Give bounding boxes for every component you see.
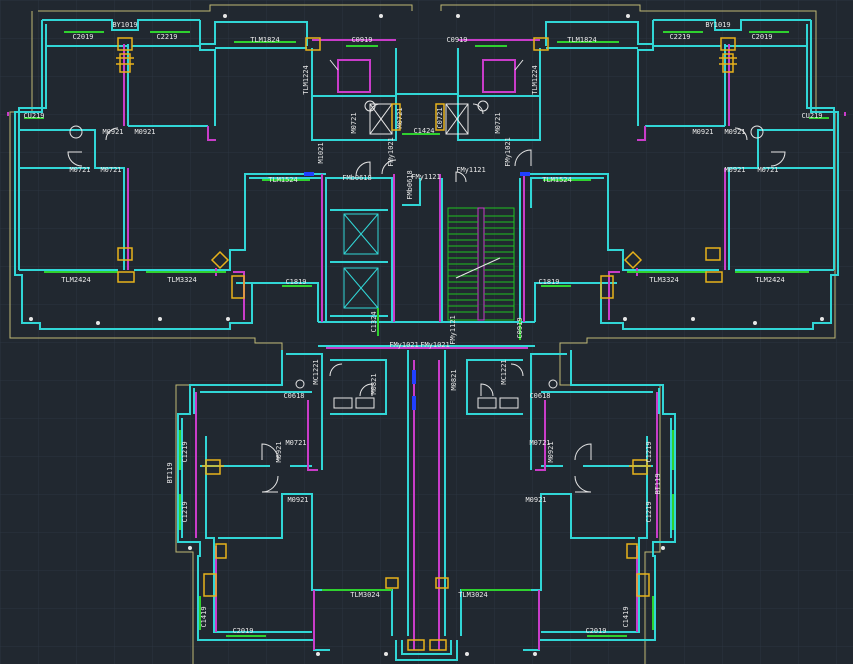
vlabel-m0821-v1: M0821 [370, 373, 378, 394]
label-m0921-f: M0921 [287, 496, 308, 504]
label-m0721-b: M0721 [100, 166, 121, 174]
label-c0618-l: C0618 [283, 392, 304, 400]
label-m0921-g: M0921 [525, 496, 546, 504]
vlabel-c1419-v1: C1419 [200, 606, 208, 627]
vlabel-c1324-v: C1324 [370, 311, 378, 332]
label-c2019-tr: C2019 [751, 33, 772, 41]
label-c2019-br: C2019 [585, 627, 606, 635]
label-m0721-d: M0721 [285, 439, 306, 447]
vlabel-c0721-v: C0721 [436, 107, 444, 128]
label-by1019-r: BY1019 [705, 21, 730, 29]
label-c2019-bl: C2019 [232, 627, 253, 635]
label-tlm2424-l: TLM2424 [61, 276, 91, 284]
label-c1819-r: C1819 [538, 278, 559, 286]
vlabel-c1219-v4: C1219 [645, 501, 653, 522]
vlabel-fmy1121-v: FMy1121 [449, 315, 457, 345]
label-fmy1121-b: FMy1121 [411, 173, 441, 181]
vlabel-c1219-v1: C1219 [181, 441, 189, 462]
label-m0721-a: M0721 [69, 166, 90, 174]
vlabel-tlm1224-l: TLM1224 [302, 65, 310, 95]
vlabel-m0921-v1: M0921 [275, 441, 283, 462]
label-fmy1021-b: FMy1021 [420, 341, 450, 349]
label-c0919-r: C0919 [446, 36, 467, 44]
label-tlm1824-r: TLM1824 [567, 36, 597, 44]
label-fmy1121: FMy1121 [456, 166, 486, 174]
label-tlm1524-l: TLM1524 [268, 176, 298, 184]
vlabel-bt119-v2: BT119 [654, 473, 662, 494]
label-m0921-d: M0921 [724, 128, 745, 136]
label-tlm1824-l: TLM1824 [250, 36, 280, 44]
label-fmy1021-a: FMy1021 [389, 341, 419, 349]
vlabel-m0721-v3: M0721 [494, 112, 502, 133]
vlabel-mc1221-v1: MC1221 [312, 359, 320, 384]
vlabel-fmb0618-v: FMb0618 [406, 170, 414, 200]
label-c0618-r: C0618 [529, 392, 550, 400]
label-m0721-c: M0721 [757, 166, 778, 174]
label-c1819-l: C1819 [285, 278, 306, 286]
label-tlm3324-r: TLM3324 [649, 276, 679, 284]
vlabel-tlm1224-r: TLM1224 [531, 65, 539, 95]
vlabel-c1219-v2: C1219 [645, 441, 653, 462]
vlabel-m0921-v2: M0921 [547, 441, 555, 462]
vlabel-bt119-v1: BT119 [166, 462, 174, 483]
vlabel-m0721-v2: M0721 [396, 107, 404, 128]
vlabel-c1219-v3: C1219 [181, 501, 189, 522]
label-c2019-tl: C2019 [72, 33, 93, 41]
label-c2219-tl: C2219 [156, 33, 177, 41]
label-m0921-e: M0921 [724, 166, 745, 174]
label-m0921-c: M0921 [692, 128, 713, 136]
vlabel-m0721-v1: M0721 [350, 112, 358, 133]
label-tlm3324-l: TLM3324 [167, 276, 197, 284]
vlabel-fmy1021-v2: FMy1021 [504, 137, 512, 167]
vlabel-fmy1021-v1: FMy1021 [387, 137, 395, 167]
label-c2219-tr: C2219 [669, 33, 690, 41]
label-c1424: C1424 [413, 127, 434, 135]
label-fmb0618: FMb0618 [342, 174, 372, 182]
vlabel-c0919-v: C0919 [516, 317, 524, 338]
vlabel-m1021-v: M1021 [317, 142, 325, 163]
label-cu219-l: CU219 [23, 112, 44, 120]
label-c0919-l: C0919 [351, 36, 372, 44]
label-by1019-l: BY1019 [112, 21, 137, 29]
vlabel-mc1221-v2: MC1221 [500, 359, 508, 384]
floor-plan-canvas: BY1019 BY1019 C2019 C2219 C2219 C2019 TLM1824 T… [0, 0, 853, 664]
label-tlm3024-r: TLM3024 [458, 591, 488, 599]
label-tlm1524-r: TLM1524 [542, 176, 572, 184]
vlabel-m0821-v2: M0821 [450, 369, 458, 390]
label-tlm3024-l: TLM3024 [350, 591, 380, 599]
vlabel-c1419-v2: C1419 [622, 606, 630, 627]
label-m0921-b: M0921 [134, 128, 155, 136]
label-tlm2424-r: TLM2424 [755, 276, 785, 284]
label-cu219-r: CU219 [801, 112, 822, 120]
label-m0921-a: M0921 [102, 128, 123, 136]
